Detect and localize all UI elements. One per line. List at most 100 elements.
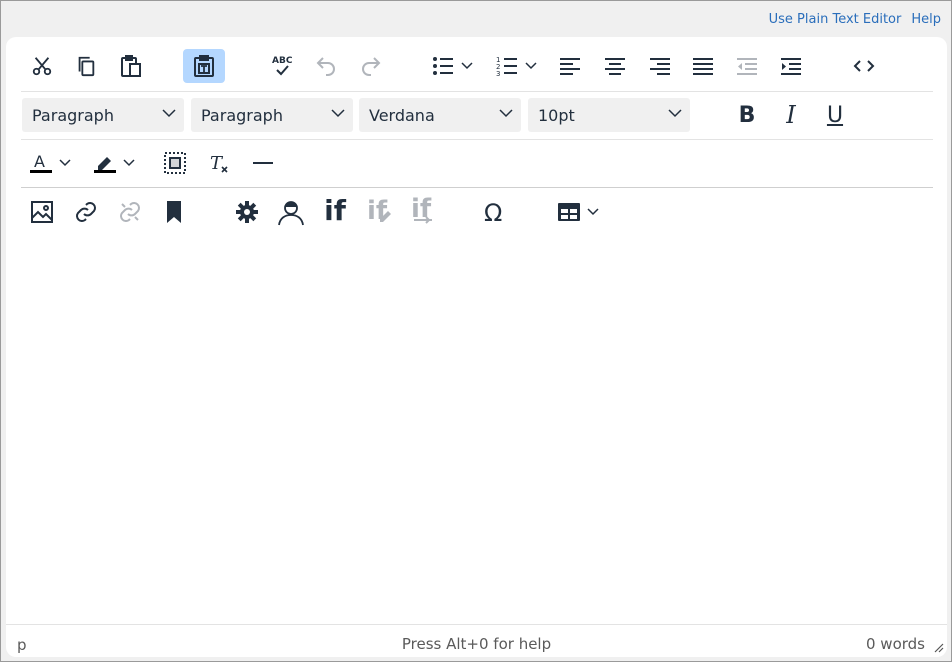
- redo-button[interactable]: [351, 49, 391, 83]
- paste-text-icon: [194, 55, 214, 77]
- clear-formatting-button[interactable]: T: [199, 146, 239, 180]
- if-remove-icon: if: [411, 195, 432, 224]
- image-icon: [31, 201, 53, 223]
- justify-icon: [693, 58, 713, 75]
- highlighter-icon: [94, 157, 116, 173]
- font-family-select[interactable]: Verdana: [359, 98, 521, 132]
- undo-button[interactable]: [306, 49, 346, 83]
- scissors-icon: [32, 57, 52, 76]
- chevron-down-icon: [525, 62, 537, 70]
- align-center-button[interactable]: [595, 49, 635, 83]
- toolbar-row-4: if if if Ω: [21, 188, 933, 236]
- underline-button[interactable]: U: [815, 98, 855, 132]
- bullet-list-icon: [433, 57, 453, 75]
- block-format-select[interactable]: Paragraph: [22, 98, 184, 132]
- outdent-icon: [737, 58, 757, 75]
- special-character-button[interactable]: Ω: [476, 195, 516, 229]
- gear-icon: [236, 201, 258, 223]
- italic-button[interactable]: I: [771, 98, 811, 132]
- font-size-value: 10pt: [538, 105, 575, 125]
- word-count[interactable]: 0 words: [866, 635, 925, 653]
- paste-button[interactable]: [111, 49, 151, 83]
- svg-text:3: 3: [496, 70, 500, 78]
- font-size-select[interactable]: 10pt: [528, 98, 690, 132]
- user-icon: [278, 201, 304, 226]
- chevron-down-icon: [668, 109, 682, 118]
- copy-button[interactable]: [66, 49, 106, 83]
- align-right-icon: [650, 58, 670, 75]
- svg-text:A: A: [34, 152, 45, 171]
- edit-condition-button[interactable]: if: [359, 193, 399, 227]
- if-edit-icon: if: [367, 196, 391, 225]
- table-icon: [558, 203, 580, 221]
- block-format-value: Paragraph: [32, 105, 114, 125]
- insert-merge-field-button[interactable]: [271, 195, 311, 229]
- paste-as-text-button[interactable]: [183, 49, 225, 83]
- toolbar-row-2: Paragraph Paragraph Verdana 10pt B I U: [21, 91, 933, 140]
- code-icon: [853, 60, 875, 72]
- top-links: Use Plain Text Editor Help: [769, 12, 941, 27]
- status-bar: p Press Alt+0 for help 0 words: [6, 624, 947, 657]
- insert-condition-button[interactable]: if: [315, 193, 355, 227]
- paste-icon: [121, 55, 141, 77]
- align-right-button[interactable]: [639, 49, 679, 83]
- plain-text-editor-link[interactable]: Use Plain Text Editor: [769, 12, 902, 27]
- numbered-list-button[interactable]: 123: [488, 49, 544, 83]
- text-color-button[interactable]: A: [22, 146, 78, 180]
- chevron-down-icon: [59, 159, 71, 167]
- bold-button[interactable]: B: [727, 98, 767, 132]
- svg-text:T: T: [210, 153, 224, 174]
- cut-button[interactable]: [22, 49, 62, 83]
- horizontal-rule-icon: [253, 162, 273, 164]
- copy-icon: [78, 56, 95, 77]
- settings-button[interactable]: [227, 195, 267, 229]
- remove-condition-button[interactable]: if: [403, 193, 443, 227]
- style-value: Paragraph: [201, 105, 283, 125]
- source-code-button[interactable]: [844, 49, 884, 83]
- justify-button[interactable]: [683, 49, 723, 83]
- svg-text:ABC: ABC: [272, 56, 293, 66]
- help-link[interactable]: Help: [911, 12, 941, 27]
- chevron-down-icon: [461, 62, 473, 70]
- indent-icon: [781, 58, 801, 75]
- chevron-down-icon: [331, 109, 345, 118]
- toolbar-row-1: ABC 123: [21, 45, 933, 92]
- bold-icon: B: [738, 102, 756, 128]
- insert-image-button[interactable]: [22, 195, 62, 229]
- bookmark-button[interactable]: [154, 195, 194, 229]
- svg-text:if: if: [367, 196, 388, 225]
- visual-blocks-icon: [164, 152, 186, 174]
- unlink-icon: [120, 202, 140, 222]
- editor-window: Use Plain Text Editor Help ABC 1 2 3 Par…: [0, 0, 952, 662]
- svg-text:Ω: Ω: [484, 199, 502, 225]
- chevron-down-icon: [123, 159, 135, 167]
- editor-content-area[interactable]: [6, 237, 947, 625]
- horizontal-line-button[interactable]: [243, 146, 283, 180]
- underline-icon: U: [826, 102, 844, 128]
- visual-blocks-button[interactable]: [155, 146, 195, 180]
- clear-format-icon: T: [210, 153, 228, 174]
- bookmark-icon: [167, 201, 181, 223]
- align-left-button[interactable]: [551, 49, 591, 83]
- link-icon: [76, 202, 96, 222]
- indent-button[interactable]: [771, 49, 811, 83]
- if-icon: if: [324, 193, 346, 227]
- highlight-color-button[interactable]: [86, 146, 142, 180]
- unlink-button[interactable]: [110, 195, 150, 229]
- align-center-icon: [605, 58, 625, 75]
- align-left-icon: [560, 58, 580, 75]
- bullet-list-button[interactable]: [424, 49, 480, 83]
- text-color-icon: A: [30, 152, 52, 173]
- style-select[interactable]: Paragraph: [191, 98, 353, 132]
- help-hint: Press Alt+0 for help: [401, 635, 552, 653]
- spellcheck-button[interactable]: ABC: [262, 49, 302, 83]
- font-family-value: Verdana: [369, 105, 435, 125]
- redo-icon: [362, 57, 381, 76]
- table-button[interactable]: [550, 195, 606, 229]
- numbered-list-icon: 123: [496, 56, 517, 78]
- insert-link-button[interactable]: [66, 195, 106, 229]
- chevron-down-icon: [587, 208, 599, 216]
- resize-handle-icon[interactable]: [932, 641, 944, 653]
- spellcheck-icon: ABC: [272, 56, 293, 76]
- outdent-button[interactable]: [727, 49, 767, 83]
